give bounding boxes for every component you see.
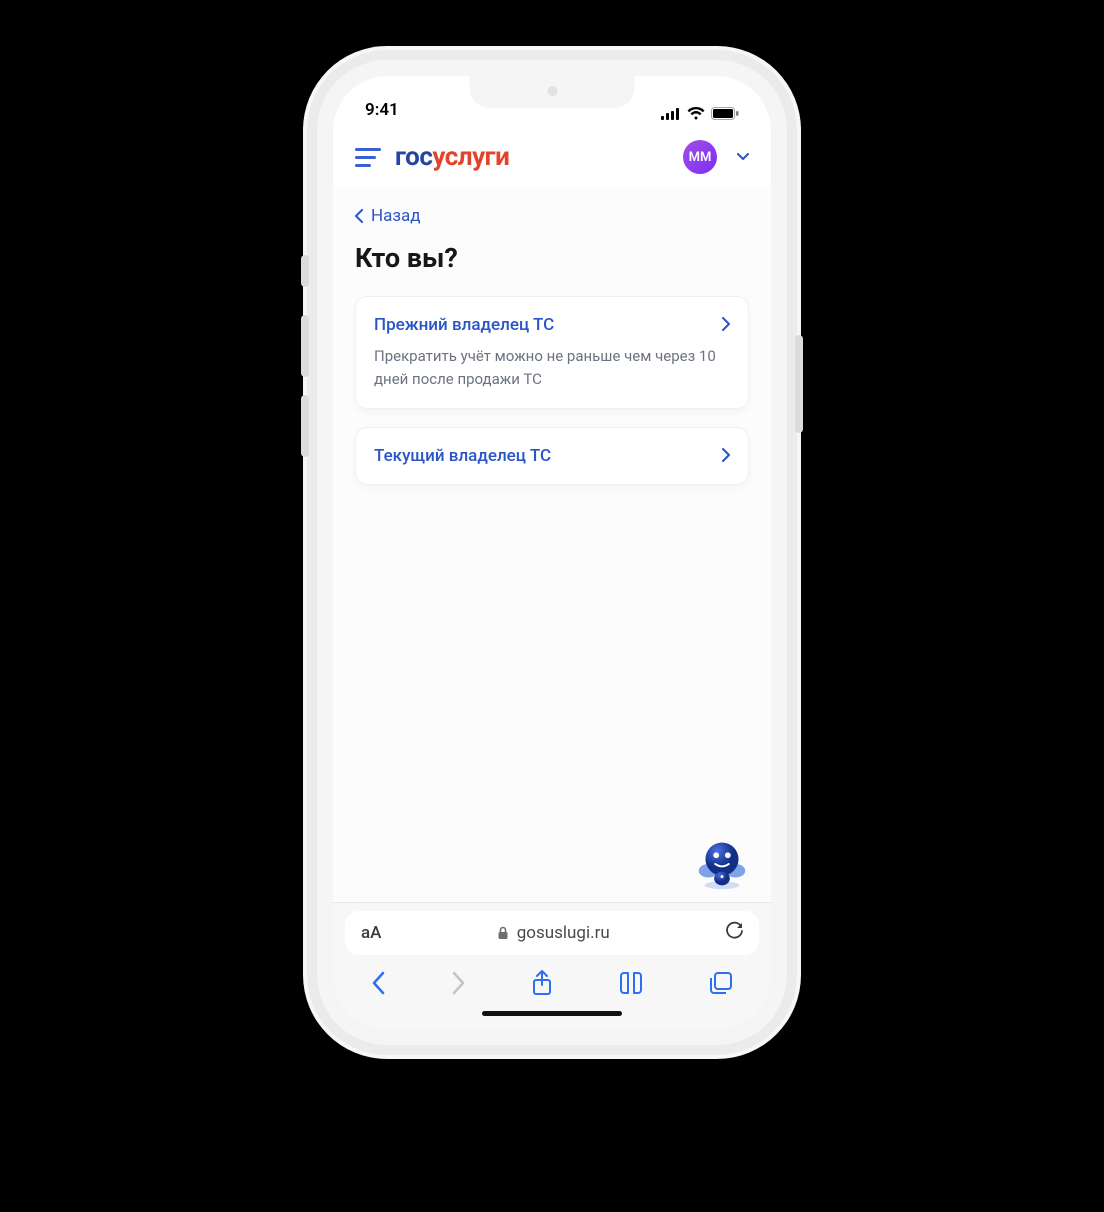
wifi-icon [687,107,705,120]
option-title: Текущий владелец ТС [374,446,551,466]
chevron-right-icon [722,316,730,335]
menu-button[interactable] [355,148,381,167]
logo-part-1: гос [395,142,432,172]
option-title: Прежний владелец ТС [374,315,554,335]
battery-icon [711,107,739,120]
phone-side-button-vol-up [301,315,309,377]
share-button[interactable] [531,969,553,997]
avatar[interactable]: ММ [683,140,717,174]
page-content: Назад Кто вы? Прежний владелец ТС Прекра… [333,188,771,902]
address-bar[interactable]: аА gosuslugi.ru [345,911,759,955]
browser-forward-button [451,971,466,995]
text-size-button[interactable]: аА [361,923,381,943]
tabs-button[interactable] [709,971,733,995]
option-previous-owner[interactable]: Прежний владелец ТС Прекратить учёт можн… [355,296,749,409]
back-link[interactable]: Назад [355,200,749,242]
address-domain: gosuslugi.ru [497,923,610,943]
phone-side-button-silence [301,255,309,287]
chevron-left-icon [355,209,363,223]
chevron-right-icon [722,447,730,466]
lock-icon [497,926,509,940]
app-header: госуслуги ММ [333,126,771,188]
reload-button[interactable] [725,921,743,946]
phone-frame: 9:41 госуслуги ММ [317,60,787,1045]
avatar-initials: ММ [689,150,712,165]
option-description: Прекратить учёт можно не раньше чем чере… [374,345,730,390]
status-icons [661,107,739,120]
phone-side-button-power [795,335,803,433]
phone-side-button-vol-down [301,395,309,457]
phone-screen: 9:41 госуслуги ММ [333,76,771,1029]
account-menu-chevron-icon[interactable] [737,149,749,165]
bookmarks-button[interactable] [618,972,644,994]
status-time: 9:41 [365,100,399,120]
back-link-label: Назад [371,206,421,226]
safari-toolbar [345,955,759,1007]
phone-notch [470,76,635,108]
home-indicator[interactable] [482,1011,622,1016]
safari-chrome: аА gosuslugi.ru [333,902,771,1029]
logo[interactable]: госуслуги [395,144,509,170]
logo-part-2: услуги [432,142,509,172]
assistant-bot-button[interactable] [691,832,753,894]
page-title: Кто вы? [355,242,749,296]
browser-back-button[interactable] [371,971,386,995]
option-current-owner[interactable]: Текущий владелец ТС [355,427,749,485]
cellular-icon [661,108,681,120]
domain-text: gosuslugi.ru [517,923,610,943]
reload-icon [725,921,743,941]
